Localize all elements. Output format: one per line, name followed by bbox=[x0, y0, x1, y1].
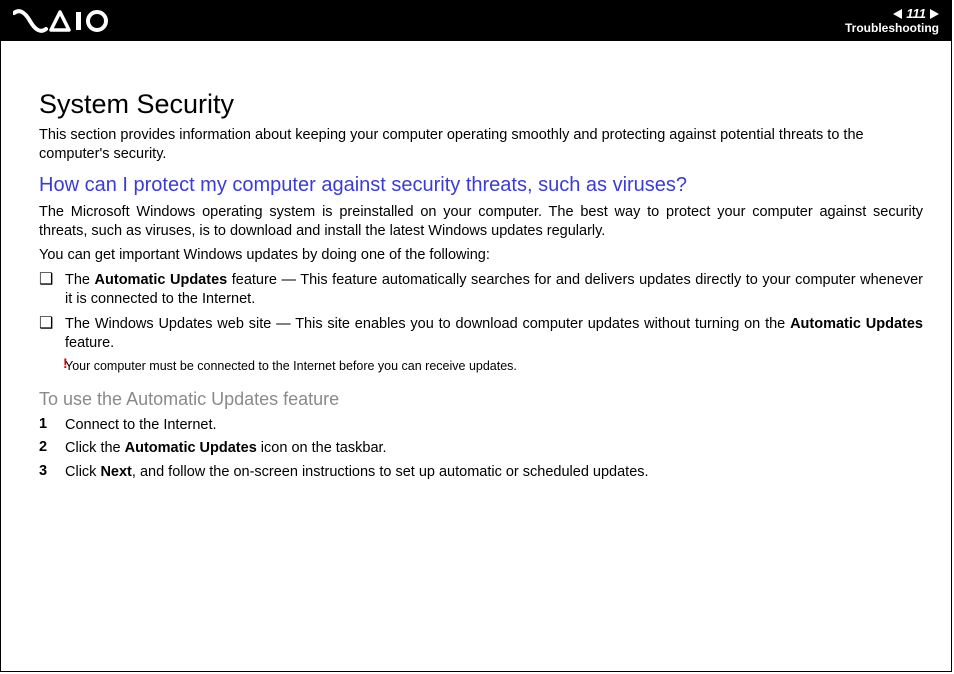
bullet-item: ❑ The Windows Updates web site — This si… bbox=[39, 315, 923, 353]
text-fragment: The Windows Updates web site — This site… bbox=[65, 316, 790, 332]
text-fragment: The bbox=[65, 272, 95, 288]
bullet-icon: ❑ bbox=[39, 271, 65, 289]
pager: 111 Troubleshooting bbox=[845, 7, 939, 34]
page-title: System Security bbox=[39, 89, 923, 120]
page-number: 111 bbox=[906, 7, 926, 21]
note-row: ! Your computer must be connected to the… bbox=[39, 359, 923, 375]
bullet-list: ❑ The Automatic Updates feature — This f… bbox=[39, 271, 923, 352]
arrow-right-icon[interactable] bbox=[930, 9, 939, 19]
step-item: 1 Connect to the Internet. bbox=[39, 416, 923, 435]
bullet-text: The Automatic Updates feature — This fea… bbox=[65, 271, 923, 309]
bold-fragment: Automatic Updates bbox=[790, 316, 923, 332]
step-number: 1 bbox=[39, 416, 65, 432]
text-fragment: feature. bbox=[65, 335, 114, 351]
content-area: System Security This section provides in… bbox=[1, 41, 951, 482]
note-text: Your computer must be connected to the I… bbox=[65, 359, 517, 374]
step-item: 3 Click Next, and follow the on-screen i… bbox=[39, 463, 923, 482]
text-fragment: Click bbox=[65, 464, 100, 480]
step-number: 3 bbox=[39, 463, 65, 479]
page-container: 111 Troubleshooting System Security This… bbox=[0, 0, 952, 672]
text-fragment: Click the bbox=[65, 440, 125, 456]
bold-fragment: Automatic Updates bbox=[95, 272, 228, 288]
bullet-item: ❑ The Automatic Updates feature — This f… bbox=[39, 271, 923, 309]
bold-fragment: Automatic Updates bbox=[125, 440, 257, 456]
intro-paragraph: This section provides information about … bbox=[39, 126, 923, 164]
text-fragment: icon on the taskbar. bbox=[257, 440, 387, 456]
body-paragraph-1: The Microsoft Windows operating system i… bbox=[39, 203, 923, 241]
subheading: To use the Automatic Updates feature bbox=[39, 389, 923, 410]
body-paragraph-2: You can get important Windows updates by… bbox=[39, 246, 923, 265]
section-label: Troubleshooting bbox=[845, 22, 939, 35]
text-fragment: , and follow the on-screen instructions … bbox=[132, 464, 649, 480]
bold-fragment: Next bbox=[100, 464, 131, 480]
arrow-left-icon[interactable] bbox=[893, 9, 902, 19]
step-text: Click Next, and follow the on-screen ins… bbox=[65, 463, 649, 482]
steps-list: 1 Connect to the Internet. 2 Click the A… bbox=[39, 416, 923, 483]
step-number: 2 bbox=[39, 439, 65, 455]
bullet-icon: ❑ bbox=[39, 315, 65, 333]
step-text: Click the Automatic Updates icon on the … bbox=[65, 439, 387, 458]
header-bar: 111 Troubleshooting bbox=[1, 1, 951, 41]
page-number-row: 111 bbox=[845, 7, 939, 21]
bullet-text: The Windows Updates web site — This site… bbox=[65, 315, 923, 353]
vaio-logo bbox=[13, 1, 113, 41]
question-heading: How can I protect my computer against se… bbox=[39, 174, 923, 197]
step-item: 2 Click the Automatic Updates icon on th… bbox=[39, 439, 923, 458]
step-text: Connect to the Internet. bbox=[65, 416, 217, 435]
